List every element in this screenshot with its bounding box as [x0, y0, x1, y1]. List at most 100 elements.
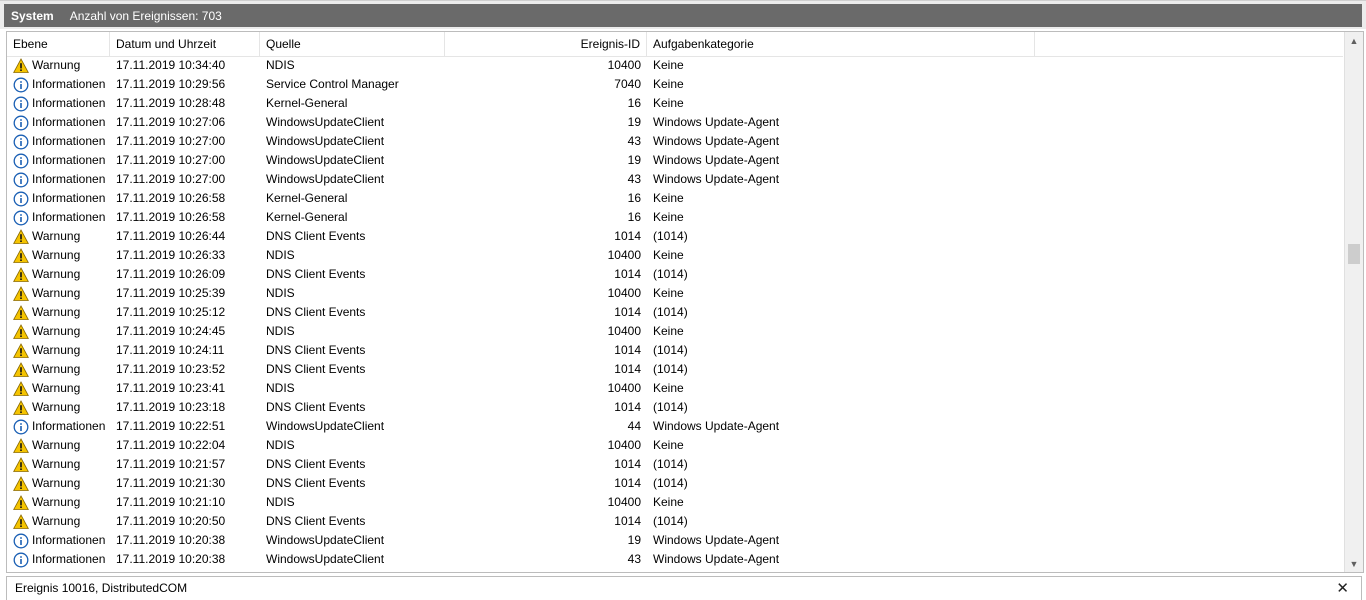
event-id-cell: 1014 — [614, 343, 641, 357]
table-row[interactable]: Informationen 17.11.2019 10:22:51 WindowsU… — [7, 417, 1343, 436]
table-row[interactable]: Informationen 17.11.2019 10:26:58 Kernel-G… — [7, 208, 1343, 227]
warning-icon — [13, 400, 29, 416]
level-cell: Informationen — [32, 172, 106, 186]
datetime-cell: 17.11.2019 10:27:00 — [116, 153, 226, 167]
table-row[interactable]: Informationen 17.11.2019 10:28:48 Kernel-G… — [7, 94, 1343, 113]
info-icon — [13, 153, 29, 169]
table-row[interactable]: Warnung 17.11.2019 10:26:44 DNS Client Eve… — [7, 227, 1343, 246]
event-id-cell: 1014 — [614, 476, 641, 490]
datetime-cell: 17.11.2019 10:23:52 — [116, 362, 226, 376]
category-cell: Windows Update-Agent — [653, 134, 780, 148]
scroll-thumb[interactable] — [1348, 244, 1360, 264]
level-cell: Warnung — [32, 381, 81, 395]
table-row[interactable]: Informationen 17.11.2019 10:26:58 Kernel-G… — [7, 189, 1343, 208]
category-cell: Keine — [653, 191, 684, 205]
source-cell: WindowsUpdateClient — [266, 153, 385, 167]
source-cell: DNS Client Events — [266, 229, 366, 243]
table-row[interactable]: Warnung 17.11.2019 10:26:33 NDIS 10400 Keine — [7, 246, 1343, 265]
scroll-down-arrow-icon[interactable]: ▼ — [1345, 555, 1363, 572]
datetime-cell: 17.11.2019 10:23:41 — [116, 381, 226, 395]
table-row[interactable]: Warnung 17.11.2019 10:34:40 NDIS 10400 Keine — [7, 56, 1343, 75]
level-cell: Warnung — [32, 229, 81, 243]
table-row[interactable]: Informationen 17.11.2019 10:20:38 WindowsU… — [7, 531, 1343, 550]
table-row[interactable]: Warnung 17.11.2019 10:21:57 DNS Client Eve… — [7, 455, 1343, 474]
warning-icon — [13, 362, 29, 378]
category-cell: Keine — [653, 324, 684, 338]
table-row[interactable]: Warnung 17.11.2019 10:23:52 DNS Client Eve… — [7, 360, 1343, 379]
level-cell: Informationen — [32, 134, 106, 148]
table-row[interactable]: Warnung 17.11.2019 10:23:41 NDIS 10400 Keine — [7, 379, 1343, 398]
source-cell: NDIS — [266, 495, 295, 509]
category-cell: Windows Update-Agent — [653, 153, 780, 167]
datetime-cell: 17.11.2019 10:24:11 — [116, 343, 225, 357]
column-header-datetime[interactable]: Datum und Uhrzeit — [110, 32, 260, 56]
warning-icon — [13, 267, 29, 283]
table-row[interactable]: Warnung 17.11.2019 10:25:12 DNS Client Eve… — [7, 303, 1343, 322]
event-id-cell: 1014 — [614, 305, 641, 319]
source-cell: WindowsUpdateClient — [266, 419, 385, 433]
table-row[interactable]: Informationen 17.11.2019 10:27:06 WindowsU… — [7, 113, 1343, 132]
source-cell: DNS Client Events — [266, 400, 366, 414]
table-row[interactable]: Warnung 17.11.2019 10:21:10 NDIS 10400 Keine — [7, 493, 1343, 512]
table-row[interactable]: Warnung 17.11.2019 10:24:11 DNS Client Eve… — [7, 341, 1343, 360]
level-cell: Warnung — [32, 362, 81, 376]
datetime-cell: 17.11.2019 10:25:12 — [116, 305, 226, 319]
column-header-source[interactable]: Quelle — [260, 32, 445, 56]
table-row[interactable]: Informationen 17.11.2019 10:20:38 WindowsU… — [7, 550, 1343, 569]
level-cell: Informationen — [32, 533, 106, 547]
datetime-cell: 17.11.2019 10:21:10 — [116, 495, 226, 509]
table-row[interactable]: Warnung 17.11.2019 10:26:09 DNS Client Eve… — [7, 265, 1343, 284]
level-cell: Warnung — [32, 514, 81, 528]
vertical-scrollbar[interactable]: ▲ ▼ — [1344, 32, 1363, 572]
table-row[interactable]: Warnung 17.11.2019 10:23:18 DNS Client Eve… — [7, 398, 1343, 417]
close-icon[interactable]: ✕ — [1336, 577, 1349, 600]
table-row[interactable]: Warnung 17.11.2019 10:25:39 NDIS 10400 Keine — [7, 284, 1343, 303]
table-row[interactable]: Informationen 17.11.2019 10:27:00 WindowsU… — [7, 170, 1343, 189]
table-header: Ebene Datum und Uhrzeit Quelle Ereignis-… — [7, 32, 1343, 57]
warning-icon — [13, 343, 29, 359]
table-row[interactable]: Informationen 17.11.2019 10:27:00 WindowsU… — [7, 132, 1343, 151]
table-row[interactable]: Informationen 17.11.2019 10:29:56 Service … — [7, 75, 1343, 94]
source-cell: WindowsUpdateClient — [266, 134, 385, 148]
category-cell: Windows Update-Agent — [653, 552, 780, 566]
datetime-cell: 17.11.2019 10:26:58 — [116, 191, 226, 205]
event-id-cell: 1014 — [614, 457, 641, 471]
column-header-event-id[interactable]: Ereignis-ID — [445, 32, 647, 56]
level-cell: Informationen — [32, 115, 106, 129]
table-row[interactable]: Informationen 17.11.2019 10:27:00 WindowsU… — [7, 151, 1343, 170]
table-row[interactable]: Warnung 17.11.2019 10:21:30 DNS Client Eve… — [7, 474, 1343, 493]
datetime-cell: 17.11.2019 10:24:45 — [116, 324, 226, 338]
category-cell: Windows Update-Agent — [653, 172, 780, 186]
column-header-category[interactable]: Aufgabenkategorie — [647, 32, 1035, 56]
log-header: System Anzahl von Ereignissen: 703 — [4, 4, 1362, 27]
selected-event-label: Ereignis 10016, DistributedCOM — [15, 581, 188, 595]
category-cell: (1014) — [653, 305, 688, 319]
datetime-cell: 17.11.2019 10:26:33 — [116, 248, 226, 262]
datetime-cell: 17.11.2019 10:26:44 — [116, 229, 226, 243]
datetime-cell: 17.11.2019 10:21:57 — [116, 457, 226, 471]
table-row[interactable]: Warnung 17.11.2019 10:24:45 NDIS 10400 Keine — [7, 322, 1343, 341]
scroll-up-arrow-icon[interactable]: ▲ — [1345, 32, 1363, 49]
warning-icon — [13, 58, 29, 74]
level-cell: Informationen — [32, 153, 106, 167]
event-id-cell: 43 — [627, 552, 641, 566]
category-cell: Keine — [653, 58, 684, 72]
column-header-level[interactable]: Ebene — [7, 32, 110, 56]
category-cell: Keine — [653, 77, 684, 91]
event-id-cell: 1014 — [614, 267, 641, 281]
source-cell: WindowsUpdateClient — [266, 533, 385, 547]
table-row[interactable]: Warnung 17.11.2019 10:22:04 NDIS 10400 Keine — [7, 436, 1343, 455]
datetime-cell: 17.11.2019 10:22:51 — [116, 419, 226, 433]
datetime-cell: 17.11.2019 10:23:18 — [116, 400, 226, 414]
category-cell: Keine — [653, 96, 684, 110]
warning-icon — [13, 457, 29, 473]
table-row[interactable]: Warnung 17.11.2019 10:20:50 DNS Client Eve… — [7, 512, 1343, 531]
event-id-cell: 1014 — [614, 362, 641, 376]
level-cell: Warnung — [32, 305, 81, 319]
source-cell: DNS Client Events — [266, 514, 366, 528]
datetime-cell: 17.11.2019 10:20:38 — [116, 533, 226, 547]
event-count: Anzahl von Ereignissen: 703 — [69, 8, 222, 23]
event-id-cell: 10400 — [607, 286, 641, 300]
info-icon — [13, 191, 29, 207]
category-cell: (1014) — [653, 457, 688, 471]
